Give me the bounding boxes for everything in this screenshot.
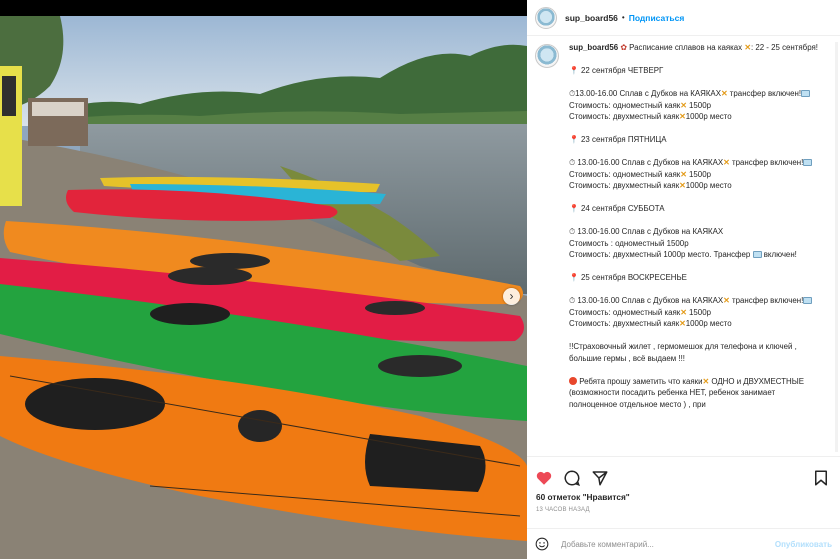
day-double-price: Стоимость: двухместный каяк✕1000р место	[569, 112, 732, 121]
day-double-price: Стоимость: двухместный каяк✕1000р место	[569, 319, 732, 328]
post-header: sup_board56 • Подписаться	[527, 0, 840, 36]
clock-icon: ⏱	[569, 158, 576, 167]
bookmark-icon[interactable]	[812, 469, 830, 487]
kayak-emoji-icon: ✕	[723, 158, 730, 167]
header-username[interactable]: sup_board56	[565, 13, 618, 23]
clock-icon: ⏱	[569, 296, 576, 305]
caption-intro-suffix: : 22 - 25 сентября!	[750, 43, 818, 52]
tv-emoji-icon	[801, 90, 811, 97]
caption-username[interactable]: sup_board56	[569, 43, 618, 52]
clock-icon: ⏱	[569, 227, 576, 236]
pin-icon: 📍	[569, 204, 579, 213]
kayak-emoji-icon: ✕	[679, 319, 686, 328]
day-single-price: Стоимость: одноместный каяк✕ 1500р	[569, 169, 711, 179]
caption-area: sup_board56 ✿ Расписание сплавов на каяк…	[535, 42, 832, 456]
day-single-price: Стоимость : одноместный 1500р	[569, 238, 689, 248]
action-bar	[527, 456, 840, 490]
heart-filled-icon[interactable]	[535, 469, 553, 487]
likes-count[interactable]: 60 отметок "Нравится"	[536, 492, 630, 502]
kayak-emoji-icon: ✕	[679, 181, 686, 190]
day-time-line: ⏱ 13.00-16.00 Сплав с Дубков на КАЯКАХ✕ …	[569, 157, 819, 169]
day-time-line: ⏱13.00-16.00 Сплав с Дубков на КАЯКАХ✕ т…	[569, 88, 819, 100]
day-title: 📍 23 сентября ПЯТНИЦА	[569, 135, 667, 144]
comment-input[interactable]	[561, 539, 775, 549]
header-separator: •	[621, 13, 625, 22]
kayak-emoji-icon: ✕	[680, 169, 687, 179]
comment-bar: Опубликовать	[527, 528, 840, 559]
caption-scrollbar[interactable]	[835, 42, 838, 452]
kayak-emoji-icon: ✕	[723, 296, 730, 305]
kayak-emoji-icon: ✕	[680, 100, 687, 110]
caption-text: sup_board56 ✿ Расписание сплавов на каяк…	[569, 42, 819, 456]
day-time-line: ⏱ 13.00-16.00 Сплав с Дубков на КАЯКАХ✕ …	[569, 295, 819, 307]
post-sidebar: sup_board56 • Подписаться sup_board56 ✿ …	[527, 0, 840, 559]
tv-emoji-icon	[752, 251, 762, 258]
pin-icon: 📍	[569, 273, 579, 282]
comment-bubble-icon[interactable]	[563, 469, 581, 487]
post-modal: › sup_board56 • Подписаться sup_board56 …	[0, 0, 840, 559]
day-double-price: Стоимость: двухместный каяк✕1000р место	[569, 181, 732, 190]
carousel-next-button[interactable]: ›	[503, 288, 520, 305]
kayak-note: Ребята прошу заметить что каяки✕ ОДНО и …	[569, 376, 804, 409]
day-title: 📍 25 сентября ВОСКРЕСЕНЬЕ	[569, 273, 687, 282]
tv-emoji-icon	[803, 159, 813, 166]
pin-icon: 📍	[569, 135, 579, 144]
red-circle-icon	[569, 376, 577, 385]
kayak-emoji-icon: ✕	[679, 112, 686, 121]
kayak-emoji-icon: ✕	[720, 89, 728, 98]
tv-emoji-icon	[803, 297, 813, 304]
post-photo[interactable]: ›	[0, 16, 527, 559]
day-single-price: Стоимость: одноместный каяк✕ 1500р	[569, 100, 711, 110]
pin-icon: 📍	[569, 66, 579, 75]
follow-button[interactable]: Подписаться	[629, 13, 685, 23]
caption-intro: Расписание сплавов на каяках	[629, 43, 743, 52]
publish-button[interactable]: Опубликовать	[775, 540, 832, 549]
avatar[interactable]	[535, 6, 557, 29]
day-single-price: Стоимость: одноместный каяк✕ 1500р	[569, 307, 711, 317]
caption-avatar[interactable]	[535, 44, 559, 68]
kayak-emoji-icon: ✕	[702, 376, 710, 386]
chevron-right-icon: ›	[509, 289, 514, 303]
kayak-emoji-icon: ✕	[680, 307, 687, 317]
paper-plane-icon[interactable]	[591, 469, 609, 487]
flower-emoji-icon: ✿	[620, 43, 627, 52]
kayaks-image	[0, 16, 527, 559]
kayak-emoji-icon: ✕	[744, 43, 751, 52]
day-double-price: Стоимость: двухместный 1000р место. Тран…	[569, 250, 797, 259]
post-time[interactable]: 13 ЧАСОВ НАЗАД	[536, 507, 590, 513]
smiley-icon[interactable]	[535, 537, 549, 551]
day-time-line: ⏱ 13.00-16.00 Сплав с Дубков на КАЯКАХ	[569, 227, 724, 236]
insurance-note: !!Страховочный жилет , гермомешок для те…	[569, 342, 797, 363]
day-title: 📍 24 сентября СУББОТА	[569, 204, 665, 213]
day-title: 📍 22 сентября ЧЕТВЕРГ	[569, 66, 664, 75]
